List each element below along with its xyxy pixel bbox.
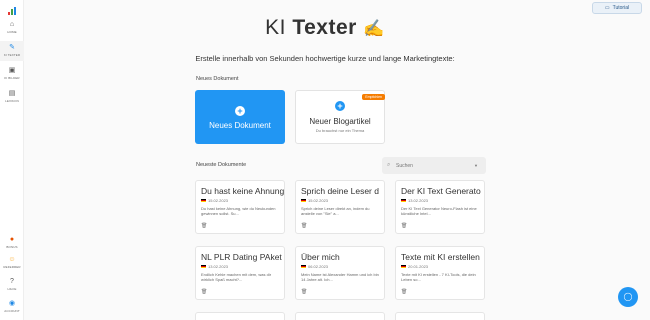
sidebar-item-account[interactable]: ◉ Account (0, 299, 24, 315)
chat-button[interactable]: ◯ (618, 287, 638, 307)
document-title: NL PLR Dating PAket (201, 252, 282, 262)
search-icon: ⌕ (387, 162, 391, 168)
sidebar-item-label: Lexikon (5, 99, 19, 103)
document-card[interactable]: Du hast keine Ahnung 15.02.2023 Du hast … (195, 180, 285, 234)
new-blog-article-sub: Du brauchst nur ein Thema (315, 128, 365, 133)
recommended-badge: Empfohlen (362, 94, 385, 100)
search-field[interactable]: ⌕ ▼ (382, 157, 486, 174)
writing-hand-icon: ✍ (363, 19, 385, 38)
document-title: Sprich deine Leser d (301, 186, 379, 196)
new-blog-article-label: Neuer Blogartikel (309, 117, 371, 126)
document-excerpt: Texte mit KI erstellen - 7 KI-Tools, die… (401, 272, 476, 282)
document-title: Du hast keine Ahnung (201, 186, 285, 196)
chat-icon: ◯ (623, 292, 633, 301)
chevron-down-icon: ▼ (474, 163, 478, 168)
document-excerpt: Endlich Kehle machen mit dem, was dir wi… (201, 272, 272, 282)
document-card[interactable]: Texte mit KI erstellen 20.01.2023 Texte … (395, 246, 485, 300)
document-card[interactable]: Der KI Text Generato 13.02.2023 Der KI T… (395, 180, 485, 234)
page-title: KI Texter ✍ (265, 16, 385, 39)
logo-icon (8, 7, 16, 15)
document-date: 06.02.2023 (308, 264, 329, 269)
document-card[interactable] (395, 312, 485, 320)
document-title: Der KI Text Generato (401, 186, 481, 196)
trash-icon[interactable]: 🗑 (401, 289, 407, 295)
smile-icon: ☺ (8, 256, 16, 263)
document-title: Über mich (301, 252, 340, 262)
sidebar-item-lexikon[interactable]: ▤ Lexikon (0, 89, 24, 105)
monitor-icon: ▭ (604, 5, 610, 11)
german-flag-icon (201, 264, 206, 269)
trash-icon[interactable]: 🗑 (401, 223, 407, 229)
gift-icon: ● (9, 236, 15, 243)
document-card[interactable]: Über mich 06.02.2023 Mein Name ist Alexa… (295, 246, 385, 300)
sidebar-item-label: Hilfe (7, 287, 17, 291)
book-icon: ▤ (8, 90, 16, 97)
plus-icon: + (335, 101, 345, 111)
account-icon: ◉ (8, 300, 16, 307)
sidebar-item-label: KI Bilder (4, 76, 20, 80)
document-excerpt: Sprich deine Leser direkt an, indem du a… (301, 206, 370, 216)
sidebar-item-hilfe[interactable]: ? Hilfe (0, 277, 24, 293)
trash-icon[interactable]: 🗑 (201, 223, 207, 229)
document-card[interactable]: Sprich deine Leser d 15.02.2023 Sprich d… (295, 180, 385, 234)
german-flag-icon (401, 264, 406, 269)
pen-icon: ✎ (9, 44, 15, 51)
sidebar-item-label: Referrer (3, 265, 21, 269)
search-input[interactable] (396, 162, 474, 169)
document-date: 20.01.2023 (408, 264, 429, 269)
document-date: 15.02.2023 (208, 198, 229, 203)
sidebar-item-label: Account (4, 309, 20, 313)
help-icon: ? (10, 278, 14, 285)
document-title: Texte mit KI erstellen (401, 252, 480, 262)
section-label-new: Neues Dokument (196, 76, 239, 82)
sidebar-item-referrer[interactable]: ☺ Referrer (0, 255, 24, 271)
sidebar: ⌂ Home ✎ KI Texter ▣ KI Bilder ▤ Lexikon… (0, 0, 24, 320)
german-flag-icon (401, 198, 406, 203)
german-flag-icon (301, 264, 306, 269)
document-card[interactable] (195, 312, 285, 320)
tutorial-label: Tutorial (612, 5, 630, 11)
sidebar-item-ki-bilder[interactable]: ▣ KI Bilder (0, 66, 24, 82)
new-document-label: Neues Dokument (209, 121, 271, 130)
german-flag-icon (301, 198, 306, 203)
german-flag-icon (201, 198, 206, 203)
document-card[interactable]: NL PLR Dating PAket 13.02.2023 Endlich K… (195, 246, 285, 300)
document-date: 13.02.2023 (208, 264, 229, 269)
section-label-recent: Neueste Dokumente (196, 162, 247, 168)
document-excerpt: Mein Name ist Alexander Hamm und ich bin… (301, 272, 379, 282)
plus-icon: + (235, 106, 245, 116)
new-document-card[interactable]: + Neues Dokument (195, 90, 285, 144)
trash-icon[interactable]: 🗑 (301, 289, 307, 295)
tutorial-button[interactable]: ▭ Tutorial (592, 2, 642, 14)
trash-icon[interactable]: 🗑 (201, 289, 207, 295)
document-date: 15.02.2023 (308, 198, 329, 203)
document-excerpt: Der KI Text Generator Neuro-Flash ist ei… (401, 206, 477, 216)
sidebar-item-bonus[interactable]: ● Bonus (0, 235, 24, 251)
document-date: 13.02.2023 (408, 198, 429, 203)
trash-icon[interactable]: 🗑 (301, 223, 307, 229)
document-excerpt: Du hast keine Ahnung, wie du Neukunden g… (201, 206, 276, 216)
document-card[interactable] (295, 312, 385, 320)
sidebar-item-label: Bonus (6, 245, 18, 249)
page-subtitle: Erstelle innerhalb von Sekunden hochwert… (195, 54, 455, 63)
image-icon: ▣ (8, 67, 16, 74)
new-blog-article-card[interactable]: Empfohlen + Neuer Blogartikel Du brauchs… (295, 90, 385, 144)
